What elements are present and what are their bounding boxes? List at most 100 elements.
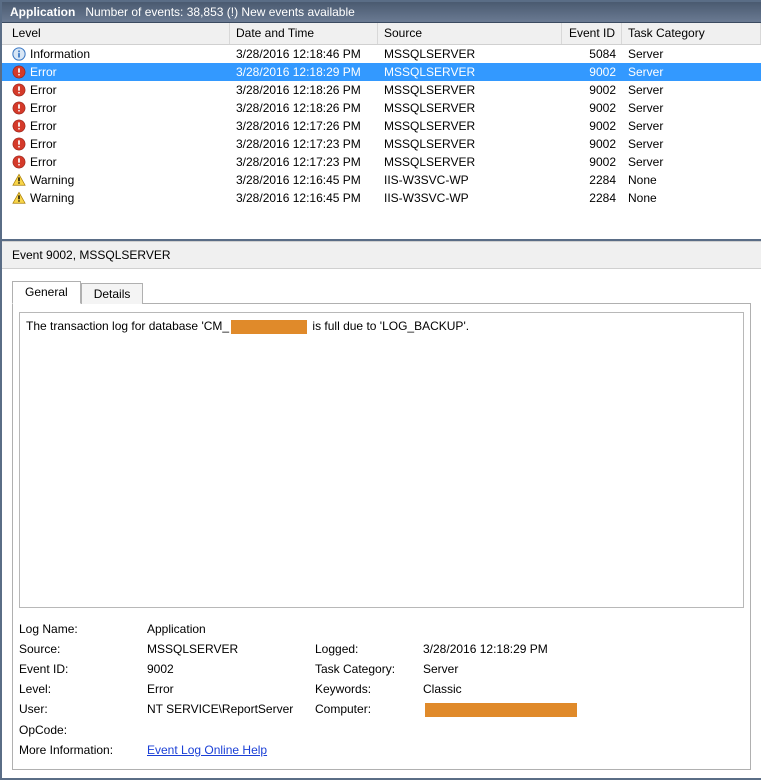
detail-heading: Event 9002, MSSQLSERVER — [2, 241, 761, 269]
cell-datetime: 3/28/2016 12:17:23 PM — [230, 155, 378, 169]
tab-panel-general: The transaction log for database 'CM_ is… — [12, 303, 751, 770]
col-eventid[interactable]: Event ID — [562, 23, 622, 44]
error-icon — [12, 83, 26, 97]
properties-grid: Log Name: Application Source: MSSQLSERVE… — [19, 622, 744, 757]
cell-level: Warning — [30, 191, 74, 205]
redacted-dbname — [231, 320, 307, 334]
link-event-log-help[interactable]: Event Log Online Help — [147, 743, 744, 757]
cell-source: MSSQLSERVER — [378, 137, 562, 151]
table-row[interactable]: Error 3/28/2016 12:17:23 PMMSSQLSERVER900… — [2, 135, 761, 153]
message-box[interactable]: The transaction log for database 'CM_ is… — [19, 312, 744, 608]
cell-source: MSSQLSERVER — [378, 155, 562, 169]
error-icon — [12, 155, 26, 169]
cell-datetime: 3/28/2016 12:18:26 PM — [230, 101, 378, 115]
column-headers: Level Date and Time Source Event ID Task… — [2, 23, 761, 45]
cell-source: MSSQLSERVER — [378, 119, 562, 133]
error-icon — [12, 101, 26, 115]
cell-task: Server — [622, 137, 761, 151]
cell-datetime: 3/28/2016 12:18:26 PM — [230, 83, 378, 97]
cell-source: MSSQLSERVER — [378, 83, 562, 97]
val-keywords: Classic — [423, 682, 744, 696]
warn-icon — [12, 173, 26, 187]
cell-eventid: 9002 — [562, 119, 622, 133]
cell-level: Error — [30, 101, 57, 115]
event-count: Number of events: 38,853 (!) New events … — [85, 5, 354, 19]
val-user: NT SERVICE\ReportServer — [147, 702, 307, 716]
redacted-computer — [425, 703, 577, 717]
tab-general[interactable]: General — [12, 281, 81, 304]
cell-datetime: 3/28/2016 12:17:23 PM — [230, 137, 378, 151]
tab-details[interactable]: Details — [81, 283, 144, 304]
col-level[interactable]: Level — [2, 23, 230, 44]
cell-eventid: 9002 — [562, 155, 622, 169]
cell-level: Error — [30, 155, 57, 169]
tab-bar: General Details — [12, 281, 751, 304]
lab-source: Source: — [19, 642, 139, 656]
col-source[interactable]: Source — [378, 23, 562, 44]
cell-eventid: 9002 — [562, 65, 622, 79]
lab-moreinfo: More Information: — [19, 743, 139, 757]
lab-logged: Logged: — [315, 642, 415, 656]
message-post: is full due to 'LOG_BACKUP'. — [309, 319, 469, 333]
lab-opcode: OpCode: — [19, 723, 139, 737]
cell-level: Warning — [30, 173, 74, 187]
val-logname: Application — [147, 622, 307, 636]
cell-eventid: 9002 — [562, 101, 622, 115]
cell-datetime: 3/28/2016 12:18:29 PM — [230, 65, 378, 79]
col-datetime[interactable]: Date and Time — [230, 23, 378, 44]
val-logged: 3/28/2016 12:18:29 PM — [423, 642, 744, 656]
lab-level: Level: — [19, 682, 139, 696]
cell-datetime: 3/28/2016 12:16:45 PM — [230, 191, 378, 205]
lab-logname: Log Name: — [19, 622, 139, 636]
cell-datetime: 3/28/2016 12:16:45 PM — [230, 173, 378, 187]
val-taskcat: Server — [423, 662, 744, 676]
lab-eventid: Event ID: — [19, 662, 139, 676]
cell-level: Error — [30, 83, 57, 97]
cell-task: Server — [622, 101, 761, 115]
cell-level: Error — [30, 137, 57, 151]
lab-keywords: Keywords: — [315, 682, 415, 696]
cell-task: None — [622, 173, 761, 187]
message-pre: The transaction log for database 'CM_ — [26, 319, 229, 333]
error-icon — [12, 119, 26, 133]
val-eventid: 9002 — [147, 662, 307, 676]
cell-task: Server — [622, 155, 761, 169]
cell-datetime: 3/28/2016 12:18:46 PM — [230, 47, 378, 61]
warn-icon — [12, 191, 26, 205]
cell-source: MSSQLSERVER — [378, 47, 562, 61]
table-row[interactable]: Error 3/28/2016 12:18:29 PMMSSQLSERVER900… — [2, 63, 761, 81]
cell-level: Error — [30, 119, 57, 133]
table-row[interactable]: Error 3/28/2016 12:17:26 PMMSSQLSERVER900… — [2, 117, 761, 135]
val-source: MSSQLSERVER — [147, 642, 307, 656]
cell-source: IIS-W3SVC-WP — [378, 173, 562, 187]
table-row[interactable]: Error 3/28/2016 12:18:26 PMMSSQLSERVER900… — [2, 99, 761, 117]
lab-computer: Computer: — [315, 702, 415, 716]
cell-task: None — [622, 191, 761, 205]
cell-eventid: 2284 — [562, 173, 622, 187]
cell-level: Error — [30, 65, 57, 79]
error-icon — [12, 65, 26, 79]
info-icon — [12, 47, 26, 61]
table-row[interactable]: Information 3/28/2016 12:18:46 PMMSSQLSER… — [2, 45, 761, 63]
cell-datetime: 3/28/2016 12:17:26 PM — [230, 119, 378, 133]
table-row[interactable]: Warning 3/28/2016 12:16:45 PMIIS-W3SVC-WP… — [2, 189, 761, 207]
table-row[interactable]: Error 3/28/2016 12:18:26 PMMSSQLSERVER900… — [2, 81, 761, 99]
lab-taskcat: Task Category: — [315, 662, 415, 676]
cell-level: Information — [30, 47, 90, 61]
title-bar: Application Number of events: 38,853 (!)… — [2, 2, 761, 23]
cell-source: MSSQLSERVER — [378, 101, 562, 115]
cell-task: Server — [622, 47, 761, 61]
table-row[interactable]: Error 3/28/2016 12:17:23 PMMSSQLSERVER900… — [2, 153, 761, 171]
lab-user: User: — [19, 702, 139, 716]
col-task[interactable]: Task Category — [622, 23, 761, 44]
cell-eventid: 2284 — [562, 191, 622, 205]
cell-source: MSSQLSERVER — [378, 65, 562, 79]
cell-eventid: 9002 — [562, 83, 622, 97]
cell-source: IIS-W3SVC-WP — [378, 191, 562, 205]
cell-eventid: 9002 — [562, 137, 622, 151]
event-list: Level Date and Time Source Event ID Task… — [2, 23, 761, 241]
cell-task: Server — [622, 119, 761, 133]
table-row[interactable]: Warning 3/28/2016 12:16:45 PMIIS-W3SVC-WP… — [2, 171, 761, 189]
val-level: Error — [147, 682, 307, 696]
error-icon — [12, 137, 26, 151]
